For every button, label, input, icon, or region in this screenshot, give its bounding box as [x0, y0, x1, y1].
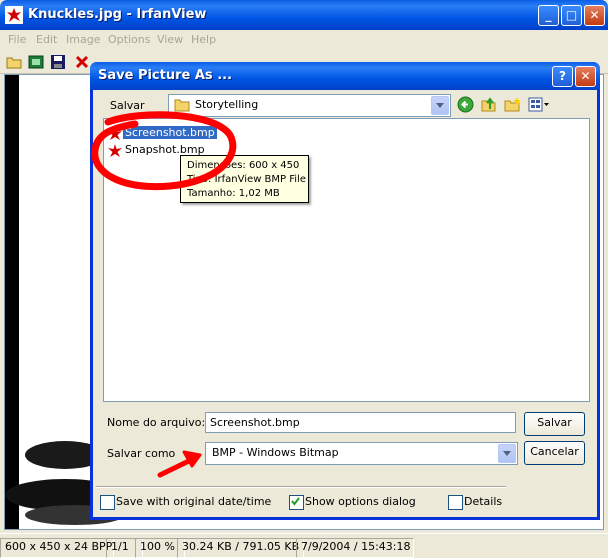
back-icon[interactable] — [457, 96, 474, 113]
filename-label: Nome do arquivo: — [107, 416, 206, 429]
menu-help[interactable]: Help — [191, 33, 216, 46]
save-as-label: Salvar como — [107, 447, 176, 460]
menu-options[interactable]: Options — [108, 33, 150, 46]
menu-view[interactable]: View — [157, 33, 183, 46]
menu-bar: File Edit Image Options View Help — [0, 30, 608, 50]
details-label[interactable]: Details — [464, 495, 502, 508]
checkmark-icon — [291, 497, 300, 506]
filename-input[interactable] — [205, 412, 516, 433]
status-dimensions: 600 x 450 x 24 BPP — [0, 538, 114, 558]
help-button[interactable]: ? — [552, 66, 573, 87]
open-folder-icon[interactable] — [6, 54, 22, 70]
save-button[interactable]: Salvar — [524, 412, 585, 436]
dialog-title: Save Picture As ... — [98, 68, 233, 83]
divider — [96, 486, 506, 488]
status-datetime: 7/9/2004 / 15:43:18 — [296, 538, 414, 558]
status-file-size: 30.24 KB / 791.05 KB — [177, 538, 304, 558]
cancel-button[interactable]: Cancelar — [524, 441, 585, 465]
tooltip-dimensions: Dimensões: 600 x 450 — [187, 160, 300, 171]
file-info-tooltip: Dimensões: 600 x 450 Tipo: IrfanView BMP… — [180, 155, 309, 203]
bmp-file-icon — [108, 127, 122, 140]
menu-file[interactable]: File — [8, 33, 26, 46]
save-in-label: Salvar — [110, 99, 145, 112]
view-menu-icon[interactable] — [528, 96, 550, 113]
save-original-date-label[interactable]: Save with original date/time — [116, 495, 271, 508]
up-folder-icon[interactable] — [480, 96, 497, 113]
tooltip-type: Tipo: IrfanView BMP File — [187, 174, 306, 185]
dialog-close-button[interactable]: ✕ — [575, 66, 596, 87]
irfanview-app-icon — [5, 6, 23, 24]
delete-icon[interactable] — [74, 54, 90, 70]
file-list[interactable]: Screenshot.bmp Snapshot.bmp — [103, 118, 590, 402]
save-as-type-dropdown[interactable]: BMP - Windows Bitmap — [205, 442, 518, 465]
show-options-checkbox[interactable] — [289, 495, 304, 510]
folder-icon — [174, 99, 190, 112]
status-bar: 600 x 450 x 24 BPP 1/1 100 % 30.24 KB / … — [0, 533, 608, 558]
save-icon[interactable] — [50, 54, 66, 70]
close-button[interactable]: ✕ — [584, 5, 605, 26]
save-as-type-value: BMP - Windows Bitmap — [212, 446, 339, 459]
bmp-file-icon — [108, 144, 122, 157]
new-folder-icon[interactable] — [504, 96, 521, 113]
chevron-down-icon[interactable] — [498, 444, 516, 463]
maximize-button[interactable]: □ — [561, 5, 582, 26]
chevron-down-icon[interactable] — [431, 96, 449, 115]
minimize-button[interactable]: _ — [538, 5, 559, 26]
menu-image[interactable]: Image — [66, 33, 100, 46]
details-checkbox[interactable] — [448, 495, 463, 510]
save-in-dropdown[interactable]: Storytelling — [168, 94, 451, 117]
tooltip-size: Tamanho: 1,02 MB — [187, 188, 280, 199]
show-options-label[interactable]: Show options dialog — [305, 495, 416, 508]
save-original-date-checkbox[interactable] — [100, 495, 115, 510]
save-in-value: Storytelling — [195, 98, 259, 111]
slideshow-icon[interactable] — [28, 54, 44, 70]
file-item-screenshot[interactable]: Screenshot.bmp — [123, 126, 217, 139]
menu-edit[interactable]: Edit — [36, 33, 57, 46]
main-window-title: Knuckles.jpg - IrfanView — [28, 7, 207, 22]
